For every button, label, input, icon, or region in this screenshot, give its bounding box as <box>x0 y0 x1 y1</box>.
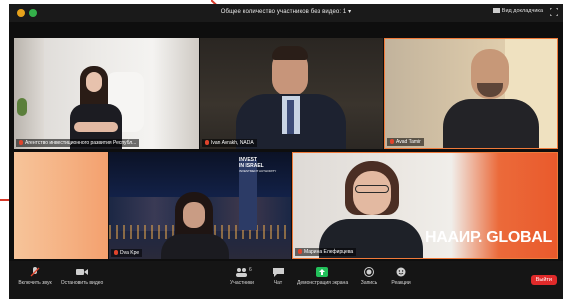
smiley-icon <box>396 267 406 277</box>
share-screen-icon <box>316 267 328 277</box>
leave-button[interactable]: Выйти <box>530 275 557 285</box>
record-label: Запись <box>360 280 378 286</box>
video-button[interactable]: Остановить видео <box>59 267 105 286</box>
muted-mic-icon <box>390 139 394 145</box>
glasses <box>355 185 389 193</box>
video-camera-icon <box>76 269 88 275</box>
plant-decoration <box>17 98 27 116</box>
participant-name: Avad Tamir <box>396 139 421 145</box>
share-screen-button[interactable]: Демонстрация экрана <box>297 267 349 286</box>
participants-label: Участники <box>230 280 254 286</box>
person-body <box>443 99 539 148</box>
person-hands <box>74 122 118 132</box>
participant-name: Dva Kpe <box>120 250 140 256</box>
record-button[interactable]: Запись <box>357 267 381 286</box>
person-hair <box>272 46 308 60</box>
chat-label: Чат <box>273 280 283 286</box>
participant-tile[interactable]: Ivan Avrakh, NADA <box>200 38 383 149</box>
chat-button[interactable]: Чат <box>267 267 289 286</box>
meeting-title[interactable]: Общее количество участников без видео: 1… <box>9 8 563 15</box>
participant-tile[interactable]: INVEST IN ISRAEL INVESTMENT AUTHORITY Dv… <box>109 152 291 259</box>
invest-line3: INVESTMENT AUTHORITY <box>239 169 277 173</box>
participant-name: Ivan Avrakh, NADA <box>211 140 254 146</box>
reactions-label: Реакции <box>391 280 411 286</box>
participant-name-label: Dva Kpe <box>111 249 143 257</box>
invest-banner: INVEST IN ISRAEL INVESTMENT AUTHORITY <box>239 157 277 175</box>
participant-tile[interactable]: Avad Tamir <box>384 38 558 149</box>
mic-button[interactable]: Включить звук <box>15 267 55 286</box>
naair-banner: НААИР. GLOBAL <box>425 229 552 246</box>
background-curtain <box>14 38 44 149</box>
chat-icon <box>272 268 284 277</box>
meeting-title-text: Общее количество участников без видео: 1 <box>220 9 347 15</box>
participant-tile[interactable]: Агентство инвестиционного развития Респу… <box>14 38 199 149</box>
view-mode-label: Вид докладчика <box>501 8 543 14</box>
person-face <box>183 202 205 228</box>
participants-icon <box>236 268 247 277</box>
meeting-toolbar: Включить звук Остановить видео Участники… <box>9 261 563 299</box>
top-bar: Общее количество участников без видео: 1… <box>9 4 563 22</box>
chevron-down-icon: ▾ <box>348 9 352 15</box>
grid-view-icon <box>492 8 500 14</box>
participant-tile[interactable]: НААИР. GLOBAL Марина Елефирцева <box>292 152 558 259</box>
person-body <box>161 234 229 259</box>
view-mode-button[interactable]: Вид докладчика <box>492 8 543 14</box>
reactions-button[interactable]: Реакции <box>387 267 415 286</box>
share-label: Демонстрация экрана <box>297 280 349 286</box>
muted-mic-icon <box>19 140 23 146</box>
mic-label: Включить звук <box>18 280 52 286</box>
participant-name: Агентство инвестиционного развития Респу… <box>25 140 137 146</box>
microphone-muted-icon <box>30 267 40 277</box>
video-grid: Агентство инвестиционного развития Респу… <box>9 22 563 261</box>
participant-name-label: Ivan Avrakh, NADA <box>202 139 257 147</box>
participant-name-label: Avad Tamir <box>387 138 424 146</box>
participant-tile[interactable] <box>14 152 108 259</box>
participant-name: Марина Елефирцева <box>304 249 354 255</box>
record-icon <box>364 267 374 277</box>
participant-name-label: Агентство инвестиционного развития Респу… <box>16 139 140 147</box>
muted-mic-icon <box>114 250 118 256</box>
person-face <box>353 171 391 215</box>
participants-button[interactable]: Участники 6 <box>225 267 259 286</box>
zoom-window: Общее количество участников без видео: 1… <box>9 4 563 299</box>
muted-mic-icon <box>205 140 209 146</box>
video-label: Остановить видео <box>60 280 104 286</box>
fullscreen-icon[interactable] <box>550 8 558 16</box>
person-tie <box>287 100 294 134</box>
muted-mic-icon <box>298 249 302 255</box>
participant-name-label: Марина Елефирцева <box>295 248 357 256</box>
participants-count: 6 <box>249 267 252 273</box>
person-face <box>86 72 102 92</box>
